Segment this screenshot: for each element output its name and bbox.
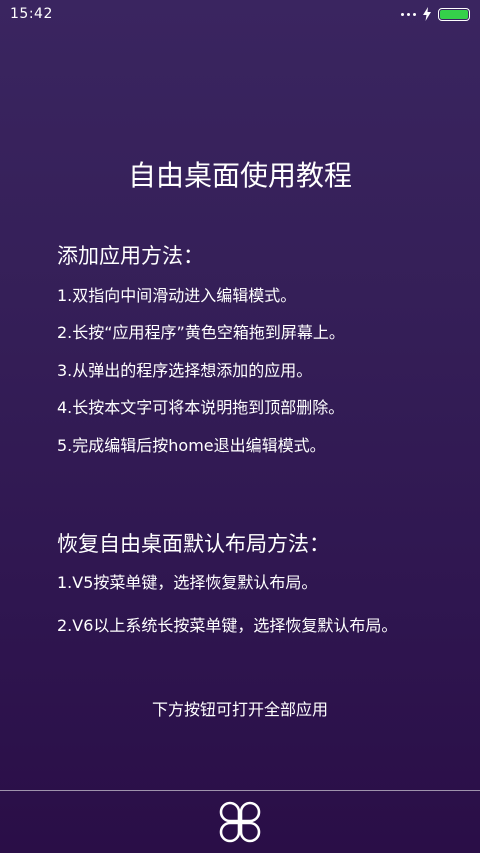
status-bar: 15:42 — [0, 0, 480, 28]
more-dots-icon — [401, 12, 416, 16]
restore-step: 2.V6以上系统长按菜单键，选择恢复默认布局。 — [57, 616, 398, 635]
add-step: 4.长按本文字可将本说明拖到顶部删除。 — [57, 398, 345, 417]
add-apps-heading: 添加应用方法： — [57, 244, 204, 268]
add-step: 5.完成编辑后按home退出编辑模式。 — [57, 436, 326, 455]
charging-bolt-icon — [423, 7, 431, 21]
bottom-hint: 下方按钮可打开全部应用 — [151, 700, 328, 719]
status-time: 15:42 — [10, 6, 53, 22]
app-drawer-button[interactable] — [217, 799, 263, 845]
tutorial-title: 自由桌面使用教程 — [127, 159, 352, 192]
add-step: 2.长按“应用程序”黄色空箱拖到屏幕上。 — [57, 323, 345, 342]
battery-level — [440, 9, 468, 19]
restore-step: 1.V5按菜单键，选择恢复默认布局。 — [57, 573, 318, 592]
add-step: 1.双指向中间滑动进入编辑模式。 — [57, 286, 297, 305]
battery-icon — [438, 7, 470, 21]
app-drawer-icon — [219, 801, 261, 843]
add-step: 3.从弹出的程序选择想添加的应用。 — [57, 361, 313, 380]
dock — [0, 790, 480, 853]
restore-layout-heading: 恢复自由桌面默认布局方法： — [57, 532, 330, 556]
status-icons — [401, 7, 470, 21]
